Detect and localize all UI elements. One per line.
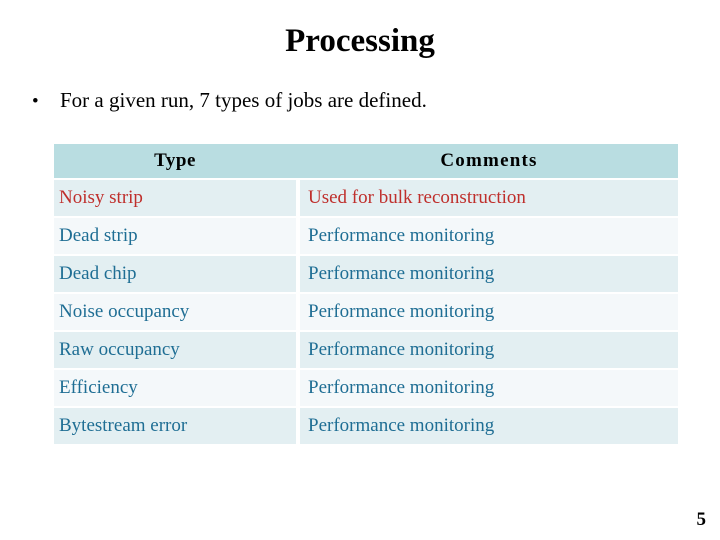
job-types-table: Type Comments Noisy strip Used for bulk … [54, 144, 678, 444]
cell-type: Dead chip [54, 254, 296, 292]
table-row: Bytestream error Performance monitoring [54, 406, 678, 444]
table-body: Noisy strip Used for bulk reconstruction… [54, 178, 678, 444]
cell-type: Dead strip [54, 216, 296, 254]
table-header: Type Comments [54, 144, 678, 178]
cell-type: Raw occupancy [54, 330, 296, 368]
cell-comment: Performance monitoring [300, 254, 678, 292]
cell-comment: Performance monitoring [300, 330, 678, 368]
table-header-row: Type Comments [54, 144, 678, 178]
table-row: Noisy strip Used for bulk reconstruction [54, 178, 678, 216]
cell-type: Noisy strip [54, 178, 296, 216]
cell-type: Bytestream error [54, 406, 296, 444]
table-row: Dead strip Performance monitoring [54, 216, 678, 254]
table-row: Efficiency Performance monitoring [54, 368, 678, 406]
cell-comment: Performance monitoring [300, 406, 678, 444]
cell-comment: Performance monitoring [300, 292, 678, 330]
cell-comment: Used for bulk reconstruction [300, 178, 678, 216]
page-number: 5 [696, 509, 707, 530]
bullet-marker-icon: • [32, 91, 39, 112]
column-header-type: Type [54, 144, 296, 178]
cell-type: Efficiency [54, 368, 296, 406]
table-row: Noise occupancy Performance monitoring [54, 292, 678, 330]
bullet-item-text: For a given run, 7 types of jobs are def… [60, 88, 427, 112]
cell-type: Noise occupancy [54, 292, 296, 330]
table-row: Raw occupancy Performance monitoring [54, 330, 678, 368]
table-row: Dead chip Performance monitoring [54, 254, 678, 292]
cell-comment: Performance monitoring [300, 368, 678, 406]
job-types-table-container: Type Comments Noisy strip Used for bulk … [54, 144, 678, 444]
slide: Processing • For a given run, 7 types of… [0, 0, 720, 540]
bullet-list-item: • For a given run, 7 types of jobs are d… [26, 86, 686, 116]
page-title: Processing [285, 23, 435, 59]
column-header-comments: Comments [300, 144, 678, 178]
cell-comment: Performance monitoring [300, 216, 678, 254]
